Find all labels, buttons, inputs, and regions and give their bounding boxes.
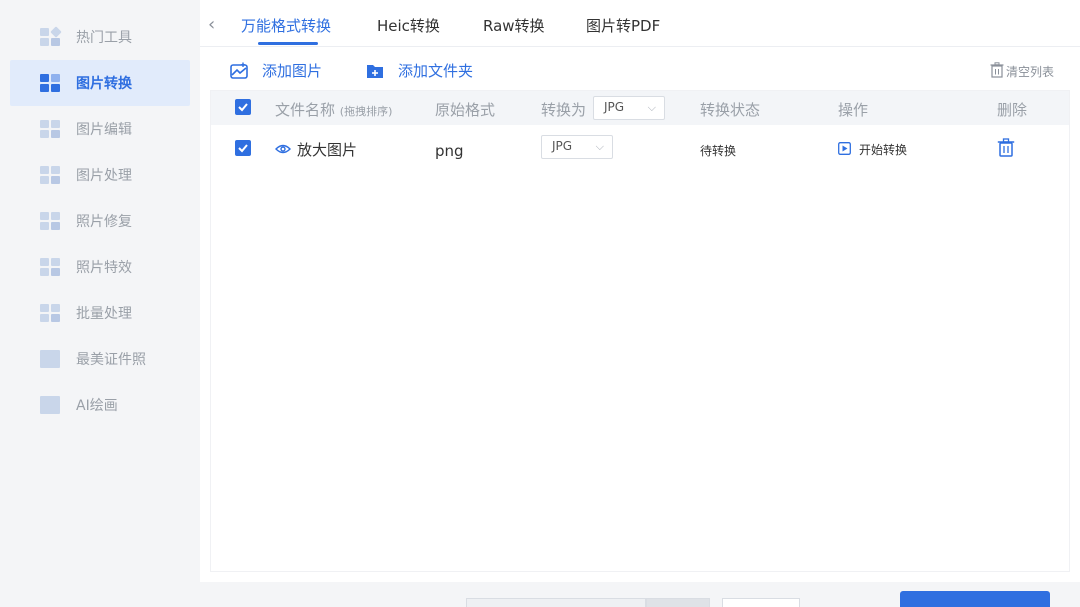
clear-list-button[interactable]: 清空列表 — [990, 62, 1054, 81]
browse-button[interactable] — [646, 598, 710, 607]
header-convert-to: 转换为 — [541, 101, 587, 119]
table-row: 放大图片 png JPG ⌵ 待转换 开始转换 — [211, 125, 1069, 173]
tab-universal-convert[interactable]: 万能格式转换 — [241, 15, 331, 36]
add-folder-button[interactable]: 添加文件夹 — [366, 60, 473, 81]
header-delete: 删除 — [997, 101, 1028, 119]
tab-heic-convert[interactable]: Heic转换 — [377, 15, 440, 36]
header-file-name: 文件名称 (拖拽排序) — [275, 99, 392, 120]
orig-format-cell: png — [435, 142, 464, 160]
sidebar-item-photo-effects[interactable]: 照片特效 — [10, 244, 190, 290]
select-all-checkbox[interactable] — [235, 99, 251, 115]
tab-raw-convert[interactable]: Raw转换 — [483, 15, 545, 36]
sidebar-item-label: 热门工具 — [76, 30, 132, 46]
sidebar-item-image-process[interactable]: 图片处理 — [10, 152, 190, 198]
header-drag-hint: (拖拽排序) — [339, 105, 393, 118]
sidebar-item-label: AI绘画 — [76, 398, 118, 414]
chevron-down-icon: ⌵ — [595, 140, 604, 153]
output-path-field[interactable] — [466, 598, 646, 607]
open-folder-button[interactable] — [722, 598, 800, 607]
sidebar-item-label: 最美证件照 — [76, 352, 146, 368]
trash-icon — [990, 62, 1004, 81]
global-format-value: JPG — [604, 100, 625, 114]
add-folder-icon — [366, 62, 384, 80]
app-window: 热门工具 图片转换 图片编辑 图片处理 照片修复 照片特效 批量处理 最美证件照… — [0, 0, 1080, 607]
photo-effects-icon — [40, 258, 62, 276]
start-convert-button[interactable]: 开始转换 — [838, 141, 907, 158]
batch-process-icon — [40, 304, 62, 322]
sidebar-item-photo-repair[interactable]: 照片修复 — [10, 198, 190, 244]
delete-row-trash-icon[interactable] — [997, 138, 1015, 162]
eye-icon[interactable] — [275, 141, 291, 159]
table-header: 文件名称 (拖拽排序) 原始格式 转换为 JPG ⌵ 转换状态 操作 删除 — [211, 91, 1069, 125]
file-list: 文件名称 (拖拽排序) 原始格式 转换为 JPG ⌵ 转换状态 操作 删除 放大… — [210, 90, 1070, 572]
global-format-select[interactable]: JPG ⌵ — [593, 96, 665, 120]
bottom-bar — [200, 582, 1080, 607]
sidebar-item-label: 照片修复 — [76, 214, 132, 230]
add-folder-label: 添加文件夹 — [398, 62, 474, 80]
add-image-label: 添加图片 — [262, 62, 323, 80]
toolbar: 添加图片 添加文件夹 清空列表 — [200, 48, 1080, 90]
tab-bar: ‹ 万能格式转换 Heic转换 Raw转换 图片转PDF — [200, 0, 1080, 47]
header-file-name-label: 文件名称 — [275, 101, 336, 119]
file-name: 放大图片 — [297, 141, 358, 159]
photo-repair-icon — [40, 212, 62, 230]
status-cell: 待转换 — [700, 144, 737, 158]
id-photo-icon — [40, 350, 62, 368]
chevron-down-icon: ⌵ — [647, 101, 656, 114]
row-checkbox[interactable] — [235, 140, 251, 156]
sidebar-item-label: 照片特效 — [76, 260, 132, 276]
back-chevron-icon[interactable]: ‹ — [208, 14, 215, 35]
clear-list-label: 清空列表 — [1005, 65, 1054, 79]
row-format-value: JPG — [552, 139, 573, 153]
sidebar-item-label: 图片处理 — [76, 168, 132, 184]
sidebar-item-id-photo[interactable]: 最美证件照 — [10, 336, 190, 382]
start-all-convert-button[interactable] — [900, 591, 1050, 607]
sidebar-item-label: 批量处理 — [76, 306, 132, 322]
sidebar: 热门工具 图片转换 图片编辑 图片处理 照片修复 照片特效 批量处理 最美证件照… — [0, 0, 200, 607]
ai-paint-icon — [40, 396, 62, 414]
sidebar-item-hot-tools[interactable]: 热门工具 — [10, 14, 190, 60]
play-icon — [838, 141, 851, 158]
header-orig-format: 原始格式 — [435, 101, 496, 119]
row-format-select[interactable]: JPG ⌵ — [541, 135, 613, 159]
main-panel: ‹ 万能格式转换 Heic转换 Raw转换 图片转PDF 添加图片 添加文件夹 — [200, 0, 1080, 607]
sidebar-item-image-convert[interactable]: 图片转换 — [10, 60, 190, 106]
sidebar-item-ai-paint[interactable]: AI绘画 — [10, 382, 190, 428]
start-convert-label: 开始转换 — [859, 143, 908, 157]
grid-icon — [40, 26, 62, 46]
add-image-icon — [230, 62, 248, 80]
tab-image-to-pdf[interactable]: 图片转PDF — [586, 15, 660, 36]
add-image-button[interactable]: 添加图片 — [230, 60, 322, 81]
sidebar-item-batch-process[interactable]: 批量处理 — [10, 290, 190, 336]
sidebar-item-label: 图片转换 — [76, 76, 132, 92]
header-action: 操作 — [838, 101, 869, 119]
sidebar-item-label: 图片编辑 — [76, 122, 132, 138]
image-process-icon — [40, 166, 62, 184]
header-status: 转换状态 — [700, 101, 761, 119]
sidebar-item-image-edit[interactable]: 图片编辑 — [10, 106, 190, 152]
active-tab-indicator — [258, 42, 318, 45]
file-name-cell: 放大图片 — [275, 139, 357, 160]
image-convert-icon — [40, 74, 62, 92]
image-edit-icon — [40, 120, 62, 138]
